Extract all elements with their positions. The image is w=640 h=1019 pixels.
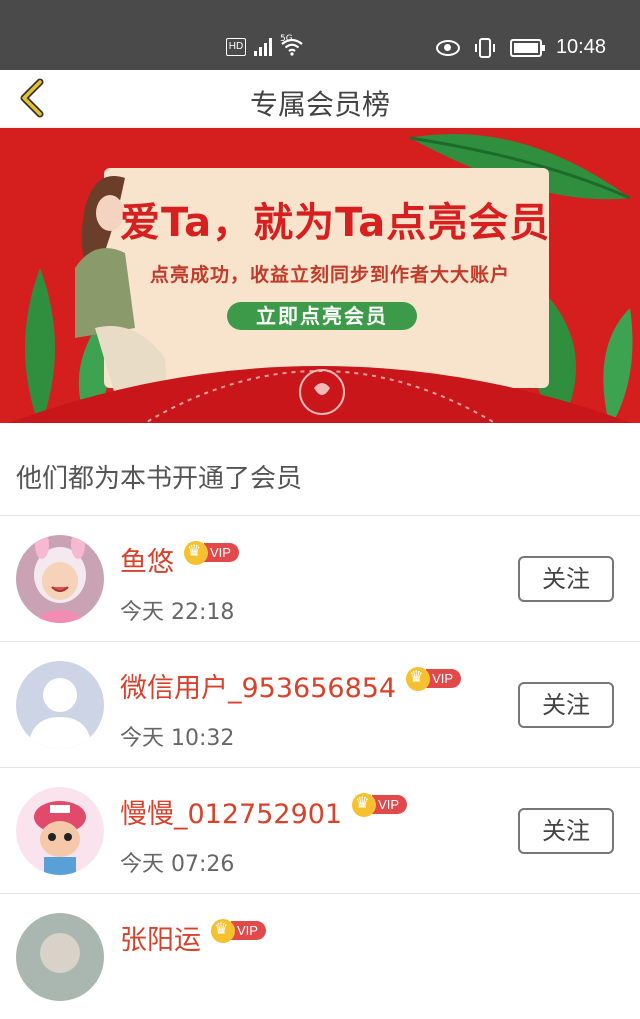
member-row[interactable]: 鱼悠 VIP 今天 22:18 关注	[0, 516, 640, 642]
vip-label: VIP	[204, 543, 239, 562]
follow-button[interactable]: 关注	[518, 556, 614, 602]
member-name-text: 张阳运	[120, 925, 201, 956]
crown-icon	[406, 666, 431, 691]
member-row[interactable]: 慢慢_012752901 VIP 今天 07:26 关注	[0, 768, 640, 894]
vip-label: VIP	[426, 669, 462, 688]
promo-banner[interactable]: 爱Ta，就为Ta点亮会员 点亮成功，收益立刻同步到作者大大账户 立即点亮会员	[0, 128, 640, 423]
member-row[interactable]: 张阳运 VIP	[0, 894, 640, 1019]
member-list: 鱼悠 VIP 今天 22:18 关注 微信用户_953656854 VIP 今天…	[0, 516, 640, 1019]
follow-button[interactable]: 关注	[518, 682, 614, 728]
member-time: 今天 22:18	[120, 600, 235, 625]
vip-badge: VIP	[352, 792, 408, 817]
network-label: 5G	[280, 34, 293, 44]
nav-bar: 专属会员榜	[0, 70, 640, 128]
clock: 10:48	[555, 36, 606, 58]
avatar[interactable]	[16, 913, 104, 1001]
vip-label: VIP	[231, 921, 266, 940]
signal-icon: 5G	[254, 34, 293, 56]
member-time: 今天 10:32	[120, 726, 235, 751]
battery-icon	[509, 38, 545, 57]
avatar[interactable]	[16, 535, 104, 623]
member-time: 今天 07:26	[120, 852, 235, 877]
crown-icon	[184, 540, 208, 565]
member-name: 慢慢_012752901 VIP	[120, 792, 408, 831]
hd-icon: HD	[226, 38, 246, 56]
member-name-text: 微信用户_953656854	[120, 673, 397, 704]
member-name: 微信用户_953656854 VIP	[120, 666, 462, 705]
vip-label: VIP	[372, 795, 408, 814]
crown-icon	[211, 918, 235, 943]
banner-headline: 爱Ta，就为Ta点亮会员	[120, 200, 551, 246]
crown-icon	[352, 792, 377, 817]
member-name-text: 鱼悠	[120, 547, 174, 578]
member-name-text: 慢慢_012752901	[120, 799, 343, 830]
status-bar: HD 5G 10:48	[0, 0, 640, 76]
light-up-membership-button[interactable]: 立即点亮会员	[227, 302, 417, 330]
member-row[interactable]: 微信用户_953656854 VIP 今天 10:32 关注	[0, 642, 640, 768]
member-name: 鱼悠 VIP	[120, 540, 239, 579]
member-name: 张阳运 VIP	[120, 918, 266, 957]
follow-button[interactable]: 关注	[518, 808, 614, 854]
eye-icon	[435, 39, 460, 56]
vip-badge: VIP	[211, 918, 266, 943]
status-left: HD 5G	[226, 34, 304, 56]
vibrate-icon	[474, 37, 495, 58]
status-right: 10:48	[435, 36, 606, 59]
avatar[interactable]	[16, 661, 104, 749]
envelope-flap	[8, 366, 632, 423]
avatar[interactable]	[16, 787, 104, 875]
section-title: 他们都为本书开通了会员	[0, 423, 640, 516]
vip-badge: VIP	[184, 540, 239, 565]
chevron-left-icon[interactable]	[14, 78, 54, 118]
banner-subline: 点亮成功，收益立刻同步到作者大大账户	[150, 264, 511, 286]
vip-badge: VIP	[406, 666, 462, 691]
